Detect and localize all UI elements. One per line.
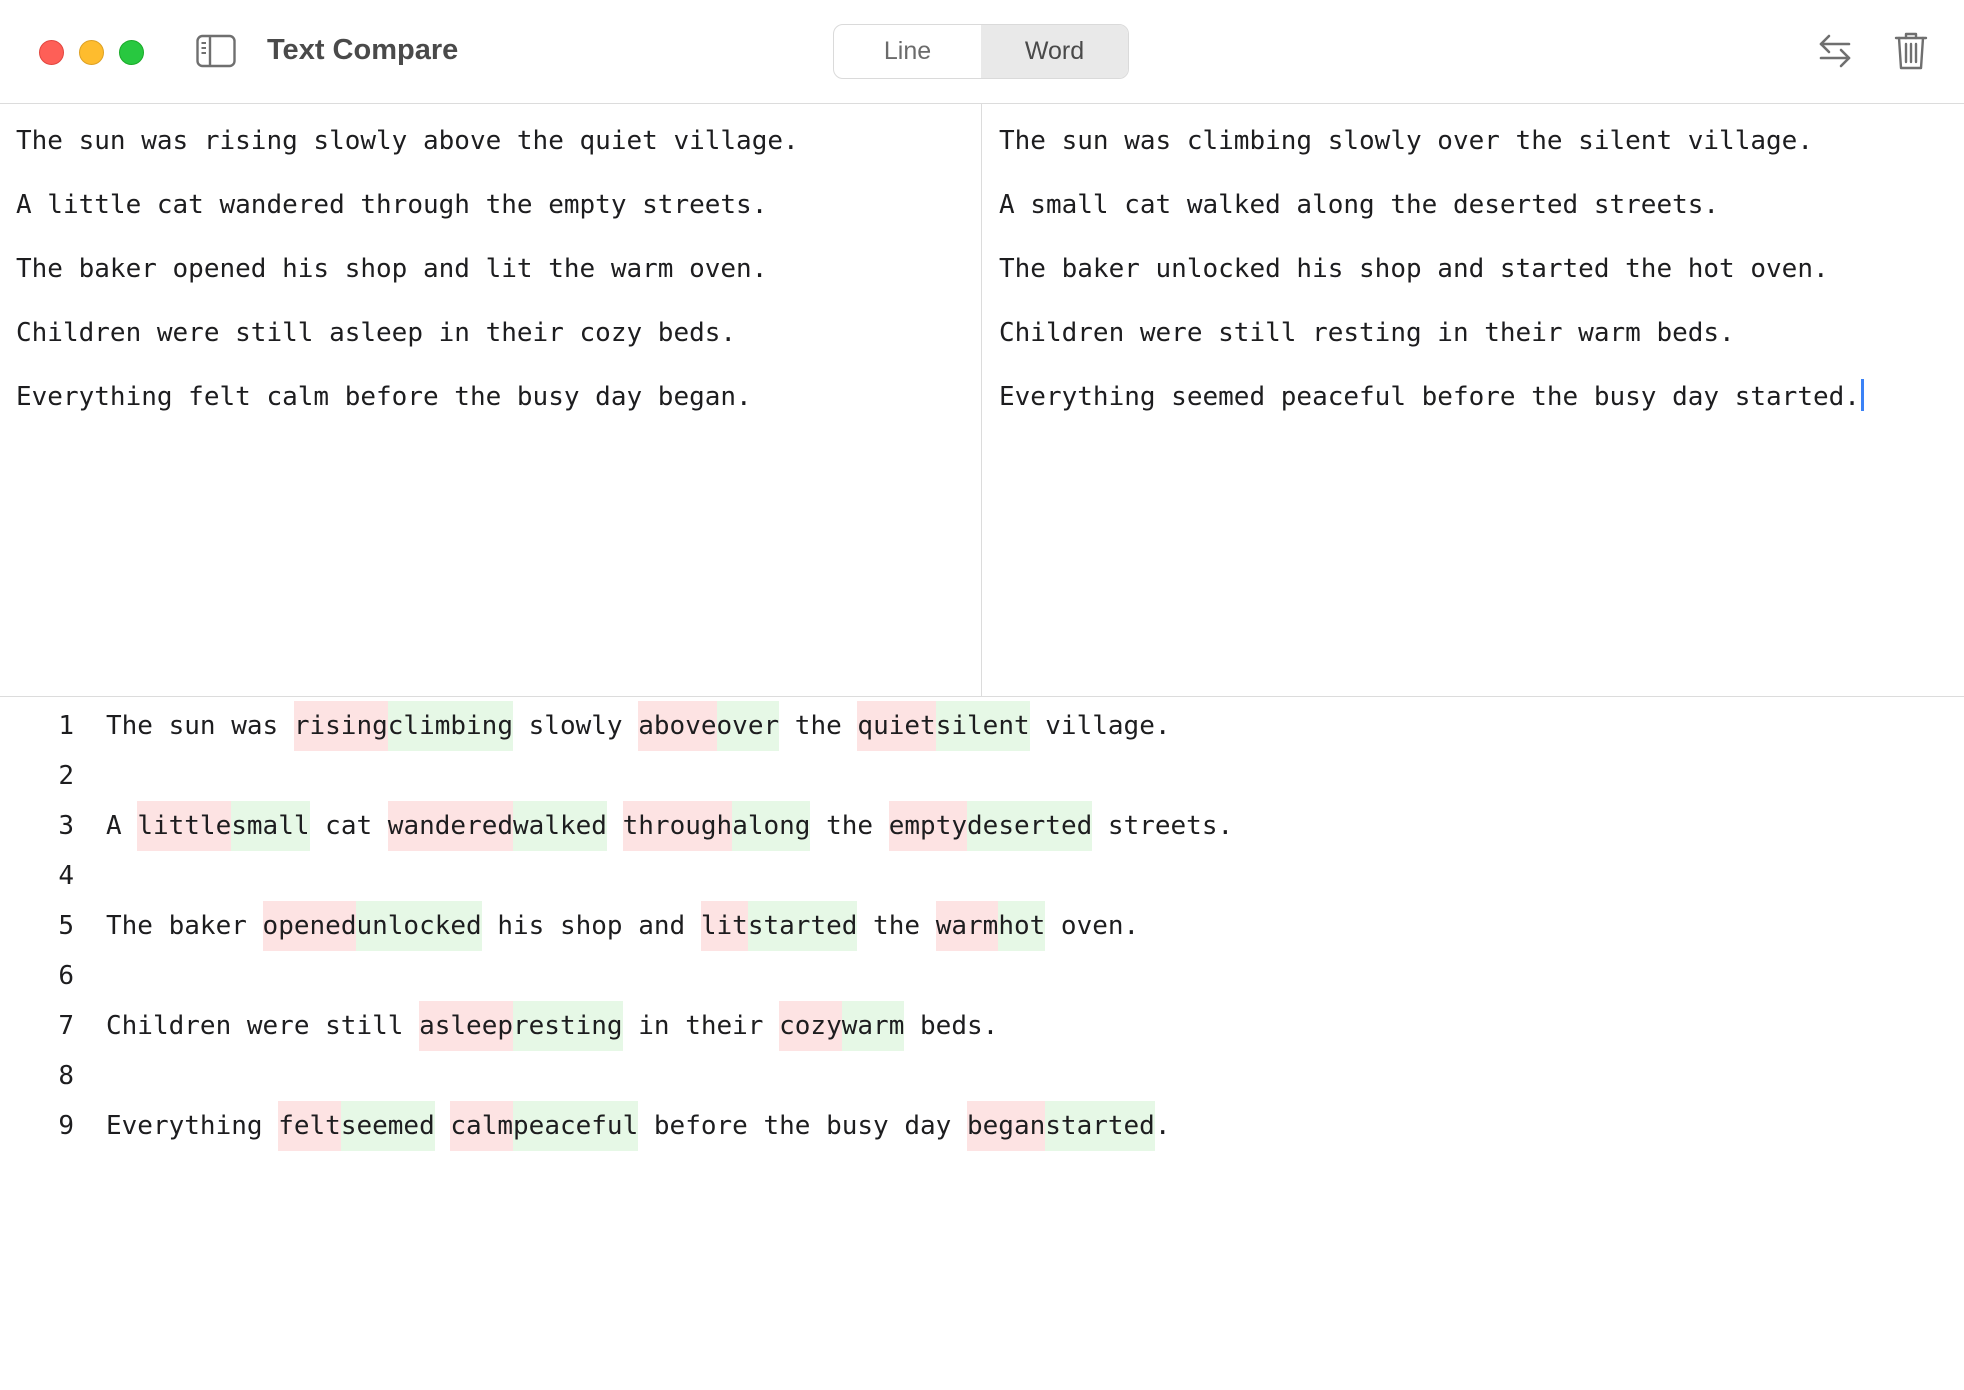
deleted-word: little — [137, 801, 232, 851]
diff-row: 8 — [0, 1051, 1964, 1101]
deleted-word: cozy — [779, 1001, 842, 1051]
close-window-button[interactable] — [39, 40, 64, 65]
line-number: 6 — [58, 961, 74, 991]
trash-icon[interactable] — [1888, 28, 1934, 74]
unchanged-text: The baker — [106, 911, 263, 941]
unchanged-text: in their — [622, 1011, 780, 1041]
line-number: 1 — [58, 711, 74, 741]
unchanged-text — [607, 801, 623, 851]
deleted-word: asleep — [419, 1001, 513, 1051]
deleted-word: warm — [935, 901, 999, 951]
diff-row: 1 The sun was rising climbing slowly above… — [0, 701, 1964, 751]
deleted-word: calm — [450, 1101, 514, 1151]
unchanged-text — [435, 1101, 451, 1151]
diff-row: 9 Everything felt seemed calm peaceful befo… — [0, 1101, 1964, 1151]
original-line: Everything felt calm before the busy day… — [16, 382, 752, 412]
inserted-word: climbing — [387, 701, 513, 751]
line-number: 3 — [58, 811, 74, 841]
unchanged-text: the — [779, 711, 858, 741]
deleted-word: wandered — [387, 801, 514, 851]
inserted-word: walked — [513, 801, 607, 851]
diff-row: 6 — [0, 951, 1964, 1001]
original-line: Children were still asleep in their cozy… — [16, 318, 737, 348]
zoom-window-button[interactable] — [119, 40, 144, 65]
inserted-word: resting — [513, 1001, 623, 1051]
unchanged-text: slowly — [513, 711, 639, 741]
unchanged-text: village. — [1029, 711, 1171, 741]
inserted-word: started — [1045, 1101, 1155, 1151]
unchanged-text: oven. — [1045, 911, 1140, 941]
unchanged-text: . — [1154, 1111, 1171, 1141]
unchanged-text: before the busy day — [638, 1111, 967, 1141]
unchanged-text: A — [106, 811, 138, 841]
mode-word-button[interactable]: Word — [981, 25, 1128, 78]
original-line: The baker opened his shop and lit the wa… — [16, 254, 768, 284]
diff-row: 3 A little small cat wandered walked throug… — [0, 801, 1964, 851]
inserted-word: over — [716, 701, 780, 751]
modified-line: Children were still resting in their war… — [999, 318, 1735, 348]
unchanged-text: the — [857, 911, 936, 941]
line-number: 4 — [58, 861, 74, 891]
title-bar: Text Compare Line Word — [0, 0, 1964, 104]
diff-row: 7 Children were still asleep resting in th… — [0, 1001, 1964, 1051]
app-title: Text Compare — [267, 34, 459, 66]
line-number: 9 — [58, 1111, 74, 1141]
inserted-word: warm — [841, 1001, 905, 1051]
inserted-word: silent — [935, 701, 1030, 751]
unchanged-text: streets. — [1092, 811, 1234, 841]
inserted-word: peaceful — [513, 1101, 639, 1151]
unchanged-text: Children were still — [106, 1011, 420, 1041]
modified-line: A small cat walked along the deserted st… — [999, 190, 1720, 220]
deleted-word: through — [622, 801, 733, 851]
deleted-word: opened — [262, 901, 357, 951]
original-line: A little cat wandered through the empty … — [16, 190, 768, 220]
mode-segmented-control: Line Word — [833, 24, 1129, 79]
inserted-word: seemed — [340, 1101, 435, 1151]
deleted-word: felt — [278, 1101, 341, 1151]
inserted-word: hot — [998, 901, 1046, 951]
line-number: 8 — [58, 1061, 74, 1091]
unchanged-text: The sun was — [106, 711, 294, 741]
line-number: 7 — [58, 1011, 74, 1041]
unchanged-text: cat — [309, 811, 388, 841]
sidebar-toggle-icon[interactable] — [196, 34, 236, 68]
inserted-word: along — [732, 801, 811, 851]
original-text-editor[interactable]: The sun was rising slowly above the quie… — [0, 104, 982, 696]
minimize-window-button[interactable] — [79, 40, 104, 65]
modified-text-editor[interactable]: The sun was climbing slowly over the sil… — [983, 104, 1964, 696]
inserted-word: small — [231, 801, 310, 851]
inserted-word: deserted — [967, 801, 1093, 851]
deleted-word: above — [638, 701, 717, 751]
diff-row: 4 — [0, 851, 1964, 901]
deleted-word: lit — [700, 901, 748, 951]
deleted-word: rising — [293, 701, 388, 751]
line-number: 2 — [58, 761, 74, 791]
deleted-word: empty — [888, 801, 968, 851]
swap-arrows-icon[interactable] — [1812, 28, 1858, 74]
unchanged-text: his shop and — [481, 911, 701, 941]
inserted-word: started — [747, 901, 858, 951]
unchanged-text: Everything — [106, 1111, 279, 1141]
line-number: 5 — [58, 911, 74, 941]
modified-line-last: Everything seemed peaceful before the bu… — [999, 372, 1964, 436]
modified-line: The baker unlocked his shop and started … — [999, 254, 1829, 284]
inserted-word: unlocked — [356, 901, 482, 951]
diff-row: 5 The baker opened unlocked his shop and l… — [0, 901, 1964, 951]
text-caret — [1860, 379, 1864, 411]
deleted-word: quiet — [857, 701, 936, 751]
original-line: The sun was rising slowly above the quie… — [16, 126, 799, 156]
diff-row: 2 — [0, 751, 1964, 801]
unchanged-text: beds. — [904, 1011, 999, 1041]
deleted-word: began — [966, 1101, 1046, 1151]
diff-view: 1 The sun was rising climbing slowly above… — [0, 696, 1964, 1390]
modified-line-text: Everything seemed peaceful before the bu… — [999, 382, 1860, 412]
modified-line: The sun was climbing slowly over the sil… — [999, 126, 1813, 156]
mode-line-button[interactable]: Line — [834, 25, 981, 78]
unchanged-text: the — [810, 811, 889, 841]
